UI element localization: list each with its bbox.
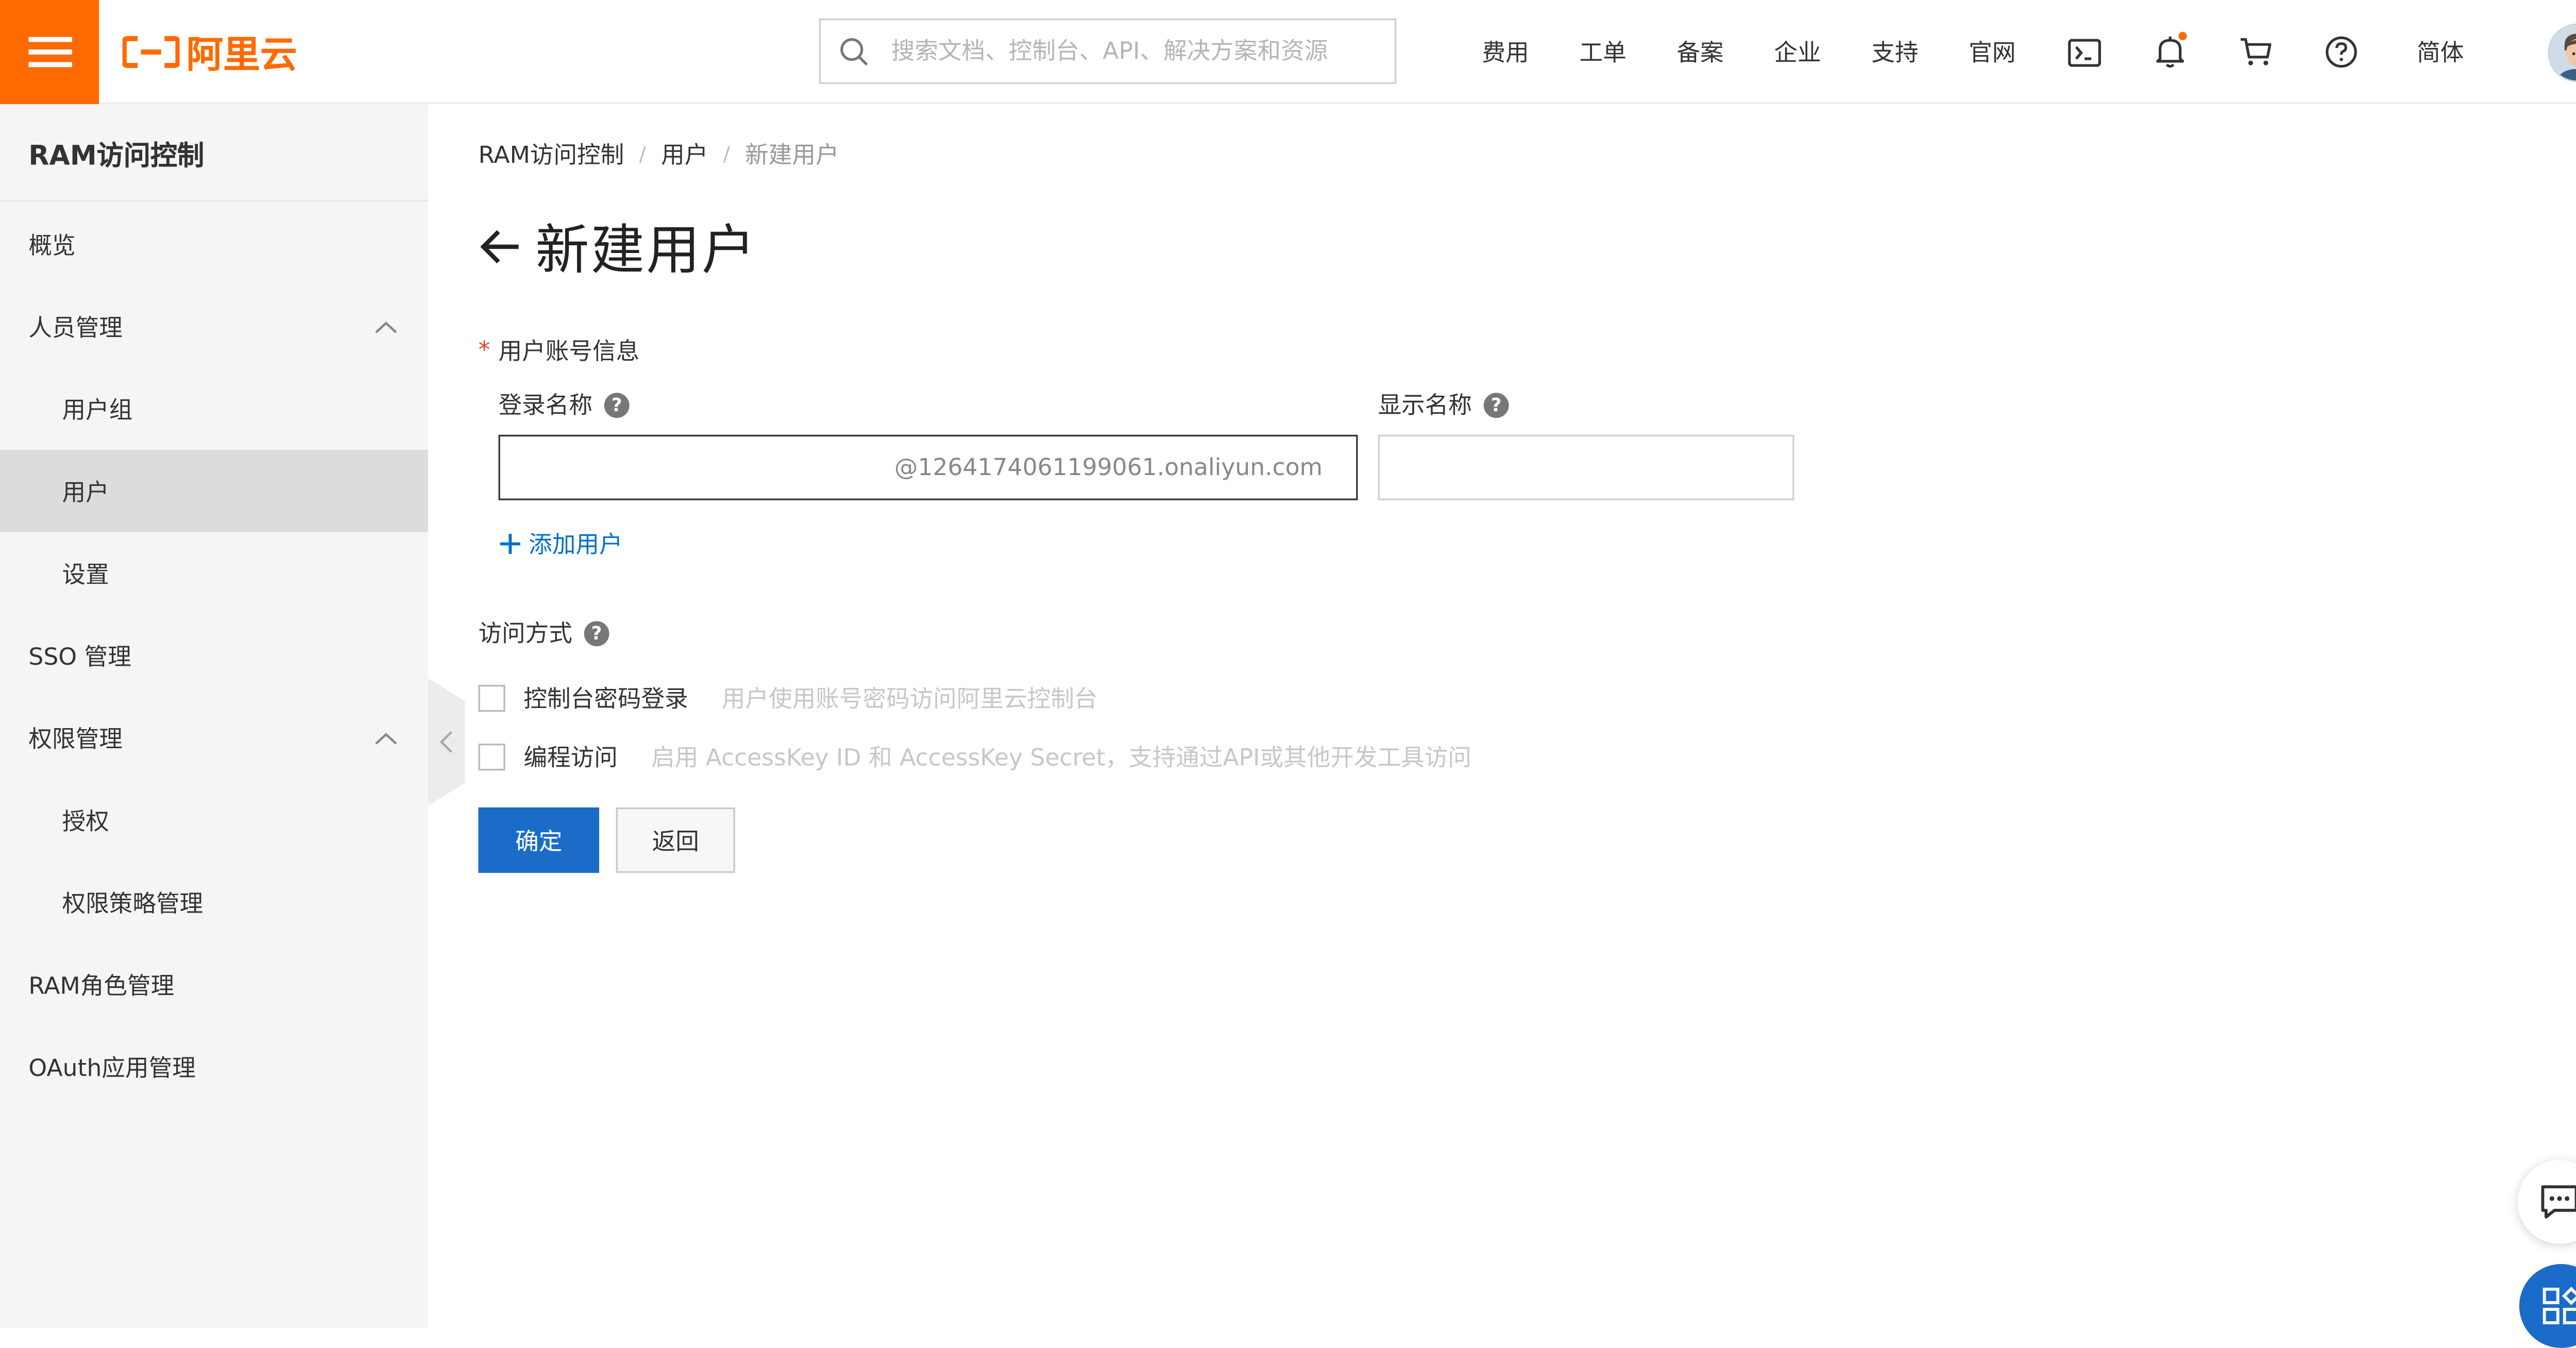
console-access-label[interactable]: 控制台密码登录	[523, 682, 688, 715]
user-avatar[interactable]	[2548, 23, 2576, 82]
notification-button[interactable]	[2127, 0, 2212, 104]
sidebar-item-label: 人员管理	[28, 314, 123, 342]
nav-icp-filing[interactable]: 备案	[1652, 0, 1749, 104]
global-search[interactable]	[819, 18, 1397, 84]
breadcrumb-current: 新建用户	[745, 142, 839, 170]
console-access-checkbox[interactable]	[478, 685, 505, 712]
plus-icon	[500, 533, 520, 554]
sidebar-item-users[interactable]: 用户	[0, 450, 428, 532]
sidebar-title: RAM访问控制	[0, 104, 428, 201]
sidebar-item-label: 权限策略管理	[62, 890, 204, 918]
nav-official-site[interactable]: 官网	[1943, 0, 2041, 104]
sidebar-item-ram-roles[interactable]: RAM角色管理	[0, 943, 428, 1026]
help-icon[interactable]: ?	[1483, 392, 1509, 417]
sidebar-item-policies[interactable]: 权限策略管理	[0, 861, 428, 943]
add-user-link[interactable]: 添加用户	[499, 527, 623, 561]
display-name-input[interactable]	[1379, 436, 1793, 499]
add-user-label: 添加用户	[529, 532, 623, 559]
language-switch[interactable]: 简体	[2383, 0, 2489, 104]
help-icon[interactable]: ?	[584, 620, 609, 646]
hamburger-menu-button[interactable]	[0, 0, 99, 104]
account-info-label: * 用户账号信息	[478, 334, 639, 367]
sidebar-item-label: 用户	[62, 479, 109, 507]
sidebar-item-label: 权限管理	[28, 726, 123, 753]
confirm-button[interactable]: 确定	[478, 807, 599, 873]
chevron-up-icon	[375, 321, 397, 333]
nav-tickets[interactable]: 工单	[1554, 0, 1652, 104]
cart-button[interactable]	[2212, 0, 2298, 104]
search-icon	[821, 36, 888, 66]
terminal-button[interactable]	[2041, 0, 2126, 104]
login-name-input[interactable]	[500, 436, 894, 499]
sidebar-item-label: OAuth应用管理	[28, 1055, 196, 1082]
sidebar-item-label: 用户组	[62, 397, 133, 424]
sidebar-item-label: SSO 管理	[28, 644, 131, 671]
breadcrumb-separator: /	[723, 142, 730, 166]
login-name-field[interactable]: @1264174061199061.onaliyun.com	[498, 434, 1358, 500]
cart-icon	[2240, 38, 2271, 65]
aliyun-logo[interactable]: 阿里云	[122, 27, 297, 77]
bell-icon	[2155, 37, 2183, 68]
programmatic-access-checkbox[interactable]	[478, 744, 505, 771]
account-info-label-text: 用户账号信息	[498, 339, 640, 366]
sidebar-item-groups[interactable]: 用户组	[0, 367, 428, 450]
sidebar-item-overview[interactable]: 概览	[0, 203, 428, 285]
required-asterisk: *	[478, 337, 490, 364]
sidebar-item-sso[interactable]: SSO 管理	[0, 614, 428, 697]
breadcrumb-ram[interactable]: RAM访问控制	[478, 138, 624, 171]
help-icon[interactable]: ?	[604, 392, 630, 417]
access-mode-label-text: 访问方式	[478, 621, 572, 648]
help-circle-icon	[2325, 36, 2357, 68]
search-input[interactable]	[888, 20, 1395, 82]
chat-icon	[2541, 1185, 2576, 1219]
console-access-option: 控制台密码登录 用户使用账号密码访问阿里云控制台	[478, 682, 1098, 715]
breadcrumb-separator: /	[639, 142, 646, 166]
access-mode-label: 访问方式 ?	[478, 616, 609, 650]
main-content: RAM访问控制 / 用户 / 新建用户 新建用户 * 用户账号信息 登录名称 ?…	[478, 104, 2576, 1328]
sidebar-item-label: 概览	[28, 232, 76, 260]
sidebar-collapse-toggle[interactable]	[428, 678, 465, 806]
aliyun-logo-mark-icon	[122, 36, 180, 68]
sidebar-item-oauth-apps[interactable]: OAuth应用管理	[0, 1025, 428, 1108]
page-title: 新建用户	[535, 218, 757, 282]
display-name-label: 显示名称 ?	[1378, 388, 1509, 422]
back-arrow-icon[interactable]	[478, 228, 520, 265]
help-button[interactable]	[2298, 0, 2383, 104]
breadcrumb-users[interactable]: 用户	[661, 138, 708, 171]
grid-apps-icon	[2543, 1286, 2576, 1324]
display-name-field[interactable]	[1378, 434, 1794, 500]
top-nav-links: 费用 工单 备案 企业 支持 官网 简体	[1457, 0, 2489, 104]
programmatic-access-label[interactable]: 编程访问	[523, 740, 617, 774]
nav-fees[interactable]: 费用	[1457, 0, 1554, 104]
display-name-label-text: 显示名称	[1378, 393, 1472, 420]
avatar-icon	[2549, 25, 2576, 81]
console-access-description: 用户使用账号密码访问阿里云控制台	[721, 686, 1098, 714]
back-button[interactable]: 返回	[616, 807, 735, 873]
chevron-up-icon	[375, 732, 397, 744]
sidebar-group-identities[interactable]: 人员管理	[0, 285, 428, 368]
sidebar-item-settings[interactable]: 设置	[0, 532, 428, 615]
login-name-label: 登录名称 ?	[499, 388, 630, 422]
nav-enterprise[interactable]: 企业	[1749, 0, 1846, 104]
login-domain-suffix: @1264174061199061.onaliyun.com	[894, 454, 1323, 481]
breadcrumb: RAM访问控制 / 用户 / 新建用户	[478, 138, 839, 171]
notification-dot	[2178, 31, 2187, 41]
logo-text: 阿里云	[186, 35, 297, 77]
sidebar-item-label: RAM角色管理	[28, 972, 175, 1000]
sidebar-item-label: 授权	[62, 808, 109, 835]
chevron-left-icon	[439, 731, 452, 753]
nav-support[interactable]: 支持	[1846, 0, 1943, 104]
sidebar-item-label: 设置	[62, 561, 109, 588]
sidebar: RAM访问控制 概览 人员管理 用户组 用户 设置 SSO 管理 权限管理 授权…	[0, 104, 428, 1328]
sidebar-group-permissions[interactable]: 权限管理	[0, 697, 428, 779]
sidebar-item-grants[interactable]: 授权	[0, 779, 428, 862]
top-navbar: 阿里云 费用 工单 备案 企业 支持 官网	[0, 0, 2576, 104]
terminal-icon	[2067, 38, 2100, 66]
page-header: 新建用户	[478, 210, 757, 283]
login-name-label-text: 登录名称	[498, 393, 592, 420]
programmatic-access-description: 启用 AccessKey ID 和 AccessKey Secret，支持通过A…	[651, 745, 1471, 772]
programmatic-access-option: 编程访问 启用 AccessKey ID 和 AccessKey Secret，…	[478, 740, 1471, 774]
hamburger-icon	[27, 37, 72, 68]
